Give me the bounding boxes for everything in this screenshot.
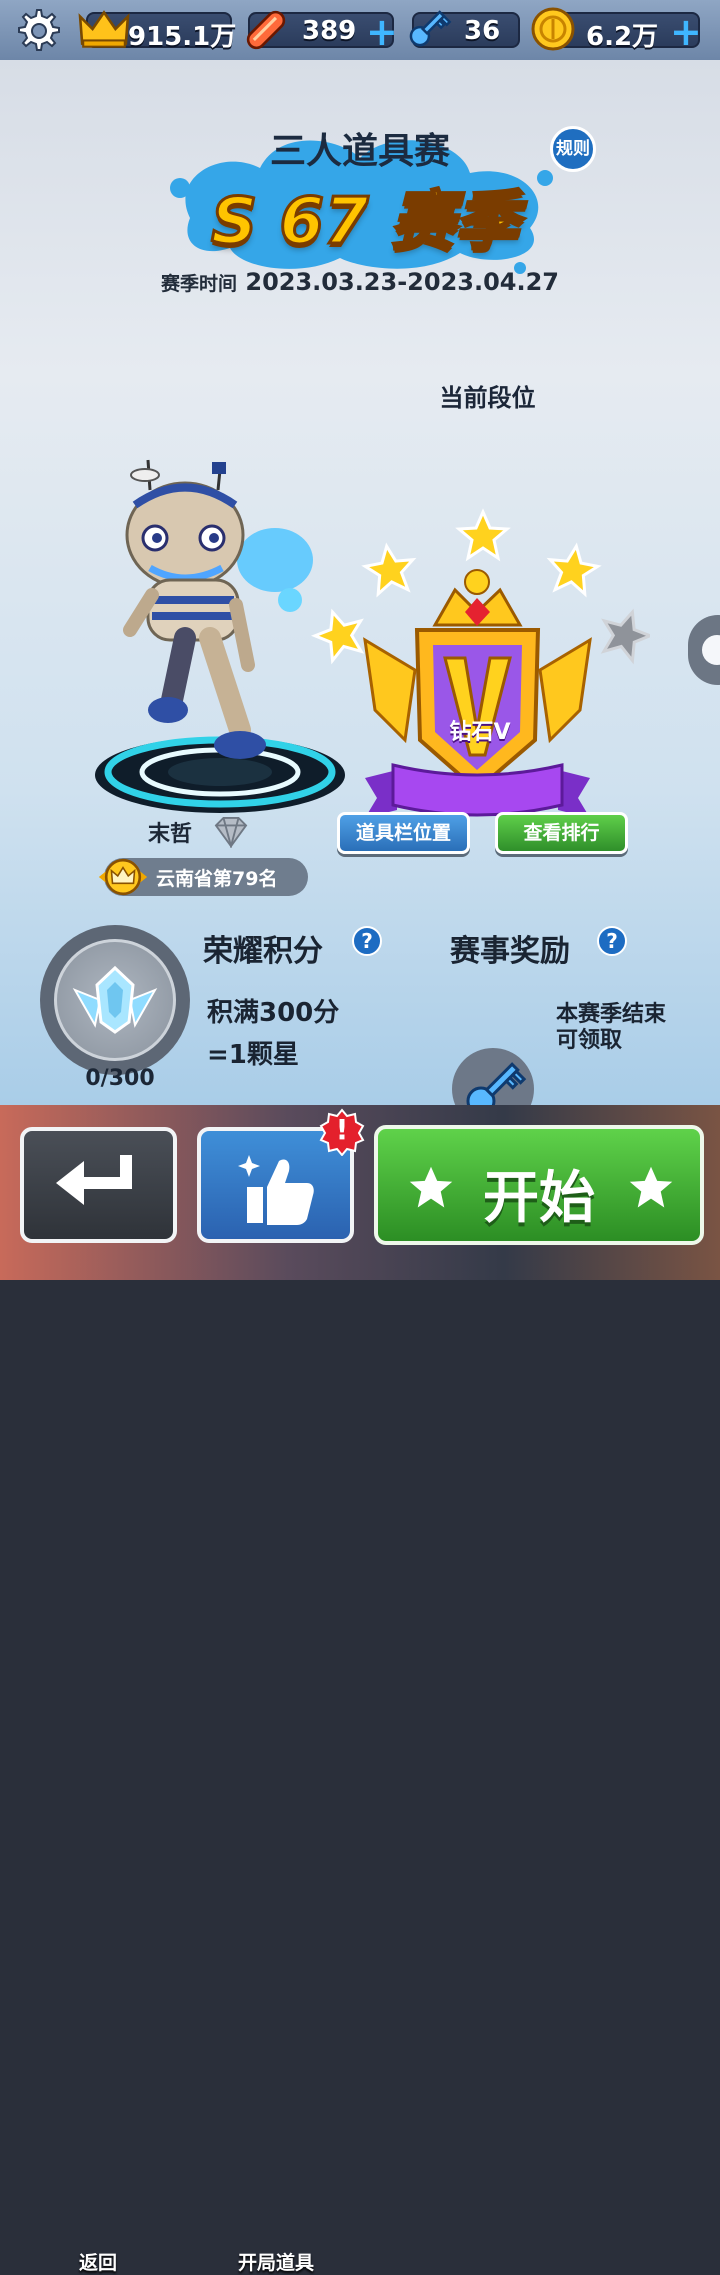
rules-button[interactable]: 规则 [550,126,596,172]
diamond-rank-icon [214,816,248,848]
region-rank-text: 云南省第79名 [156,868,278,890]
honor-points-title: 荣耀积分 [203,934,323,969]
season-date-row: 赛季时间 2023.03.23-2023.04.27 [0,268,720,296]
coin-value: 6.2万 [586,22,659,52]
rank-badge-image [308,510,650,818]
key-icon [409,10,452,47]
top-resource-bar: 915.1万 389 + 36 6.2万 + [0,0,720,60]
region-crown-medal-icon [98,858,148,896]
add-hoverboard-button[interactable]: + [366,10,398,54]
player-name: 末哲 [148,822,193,847]
season-date-range: 2023.03.23-2023.04.27 [245,268,559,296]
item-slot-position-button[interactable]: 道具栏位置 [337,812,470,854]
honor-help-icon[interactable]: ? [352,926,382,956]
right-star-icon [629,1166,673,1208]
thumbs-up-sparkle-icon [238,1155,314,1225]
score-value: 915.1万 [128,22,237,52]
honor-desc-line2: =1颗星 [207,1040,299,1070]
reward-desc-line2: 可领取 [556,1028,623,1053]
add-coin-button[interactable]: + [670,10,702,54]
view-leaderboard-button[interactable]: 查看排行 [495,812,628,854]
return-arrow-icon [56,1155,132,1205]
back-button[interactable] [20,1127,177,1243]
honor-points-progress: 0/300 [85,1066,155,1091]
honor-emblem-inner [54,939,176,1061]
hoverboard-icon [246,10,286,50]
side-drawer-handle[interactable] [688,615,720,685]
main-panel: 三人道具赛 规则 S 67 赛季 赛季时间 2023.03.23-2023.04… [0,60,720,1132]
honor-desc-line1: 积满300分 [207,998,340,1028]
starting-items-label: 开局道具 [237,2252,314,2274]
mode-title: 三人道具赛 [269,131,450,172]
alert-badge-mark: ! [335,1113,349,1146]
season-reward-title: 赛事奖励 [450,934,570,969]
back-label: 返回 [78,2252,117,2274]
key-value: 36 [464,16,501,46]
reward-help-icon[interactable]: ? [597,926,627,956]
current-rank-label: 当前段位 [439,384,536,412]
winged-crown-emblem-icon [72,965,158,1034]
rank-tier-name: 钻石V [449,720,511,745]
crown-icon [78,10,130,48]
start-game-button[interactable]: 开始 [374,1125,704,1245]
season-title: S 67 赛季 [210,184,521,261]
season-date-label: 赛季时间 [161,273,238,295]
drawer-handle-knob [702,635,720,665]
settings-gear-icon[interactable] [14,6,64,56]
coin-icon [531,7,575,51]
honor-points-emblem [40,925,190,1075]
hoverboard-value: 389 [302,16,357,46]
